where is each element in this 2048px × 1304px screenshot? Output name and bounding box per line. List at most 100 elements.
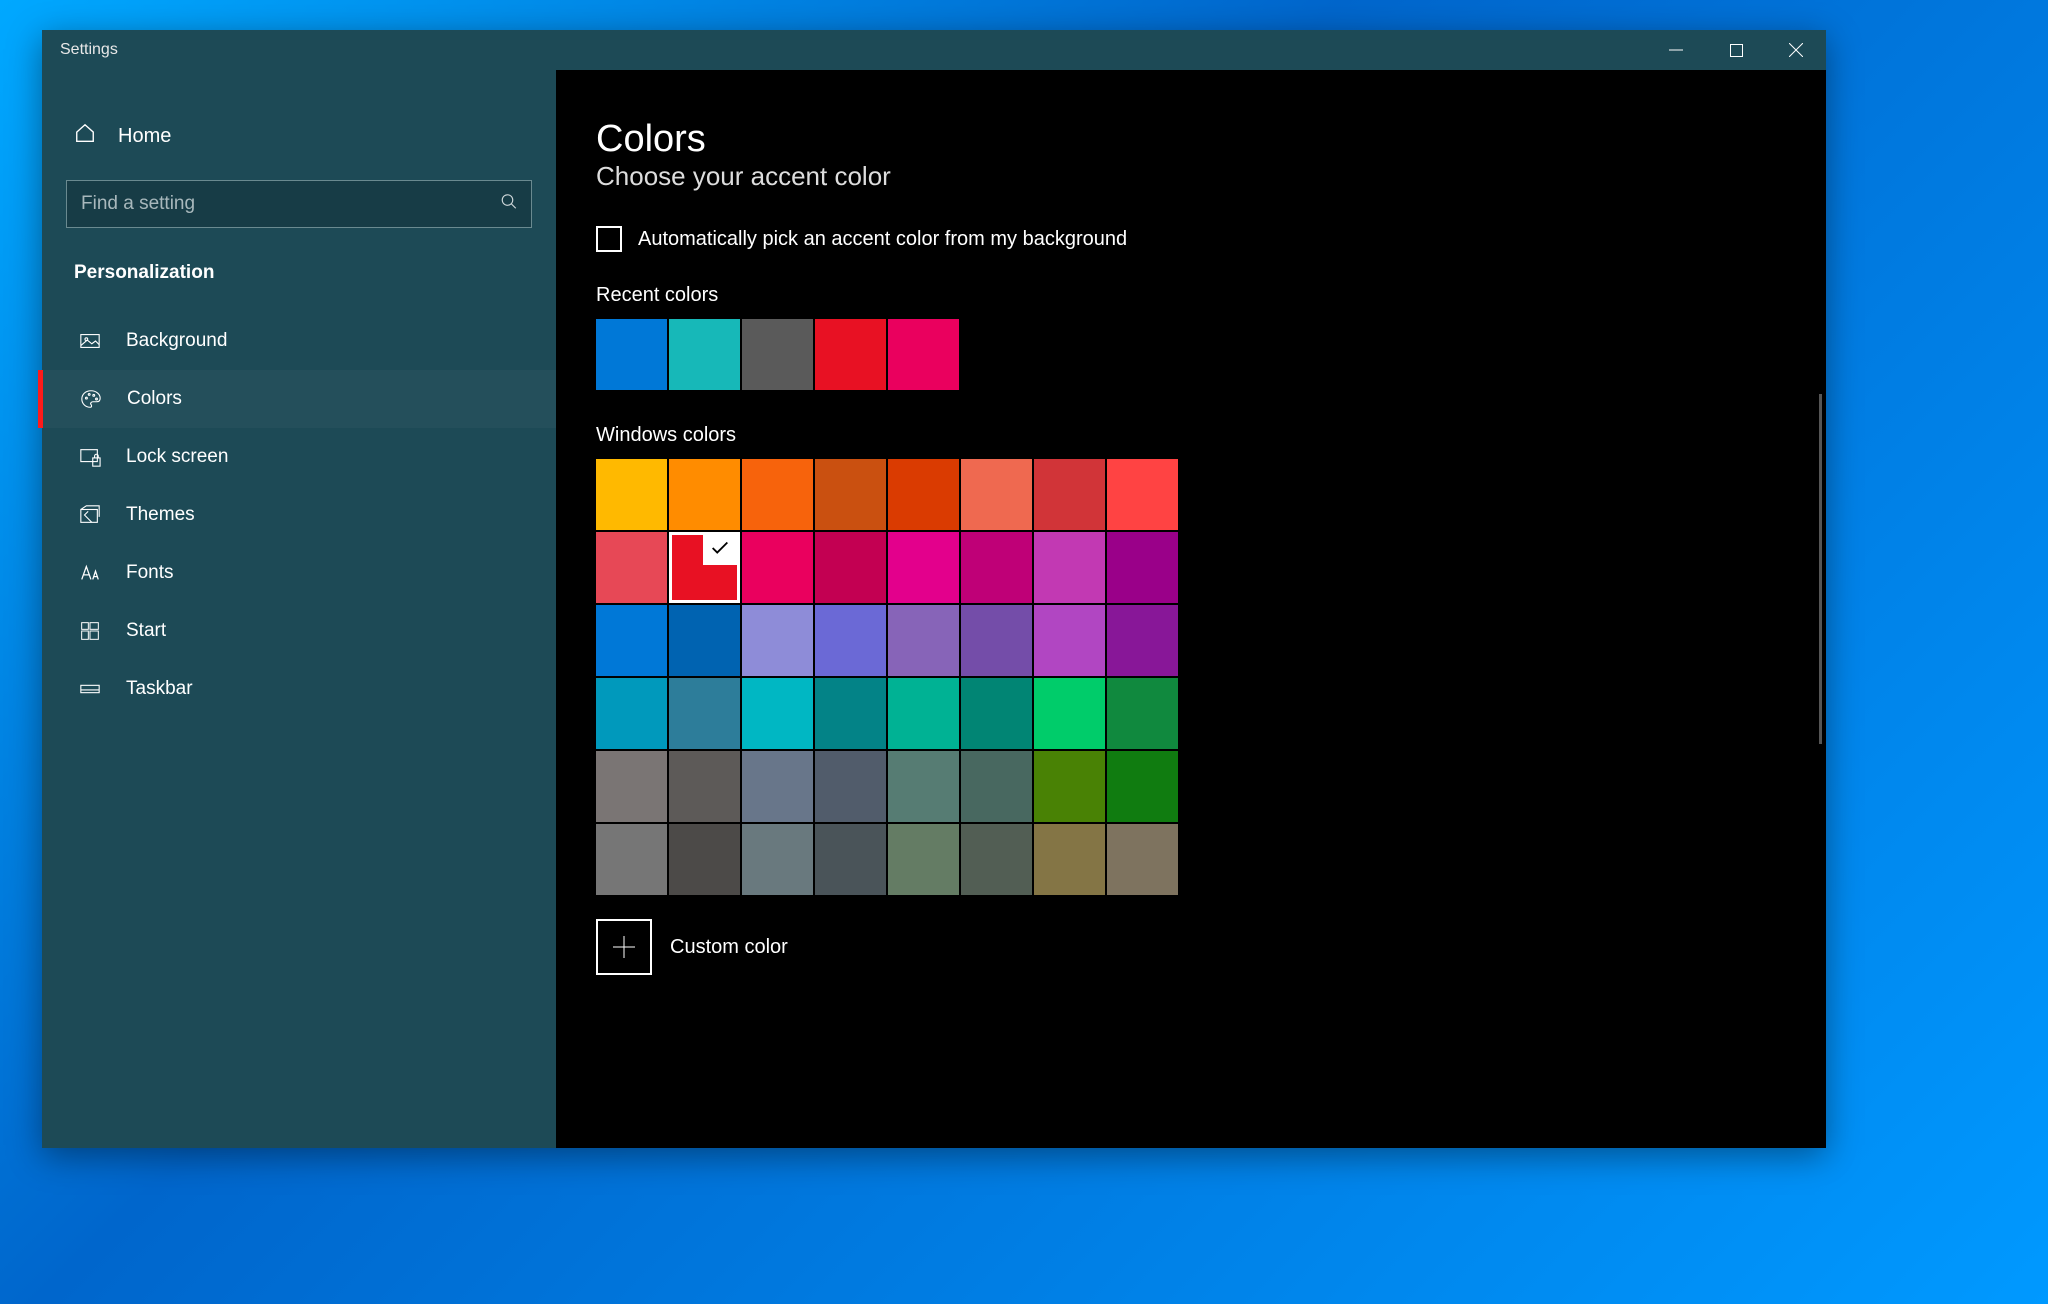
category-label: Personalization xyxy=(42,250,556,312)
windows-color-swatch[interactable] xyxy=(888,459,959,530)
sidebar-item-start[interactable]: Start xyxy=(38,602,556,660)
auto-pick-checkbox-row[interactable]: Automatically pick an accent color from … xyxy=(596,226,1826,252)
maximize-button[interactable] xyxy=(1706,30,1766,70)
windows-color-swatch[interactable] xyxy=(742,824,813,895)
windows-color-swatch[interactable] xyxy=(888,605,959,676)
settings-window: Settings Home xyxy=(42,30,1826,1148)
windows-color-swatch[interactable] xyxy=(596,751,667,822)
windows-color-swatch[interactable] xyxy=(1107,532,1178,603)
windows-color-swatch[interactable] xyxy=(961,751,1032,822)
search-input[interactable] xyxy=(66,180,532,228)
windows-color-swatch[interactable] xyxy=(742,678,813,749)
windows-color-swatch[interactable] xyxy=(1034,459,1105,530)
sidebar-item-label: Start xyxy=(126,620,166,642)
windows-color-swatch[interactable] xyxy=(1034,678,1105,749)
windows-color-swatch[interactable] xyxy=(669,678,740,749)
themes-icon xyxy=(78,504,102,526)
sidebar-item-label: Taskbar xyxy=(126,678,193,700)
picture-icon xyxy=(78,330,102,352)
custom-color-button[interactable] xyxy=(596,919,652,975)
windows-color-swatch[interactable] xyxy=(815,751,886,822)
windows-color-swatch[interactable] xyxy=(1107,678,1178,749)
recent-color-swatch[interactable] xyxy=(669,319,740,390)
maximize-icon xyxy=(1730,44,1743,57)
windows-color-swatch[interactable] xyxy=(742,751,813,822)
sidebar-item-lock-screen[interactable]: Lock screen xyxy=(38,428,556,486)
windows-color-swatch[interactable] xyxy=(815,532,886,603)
windows-color-swatch[interactable] xyxy=(596,532,667,603)
lock-screen-icon xyxy=(78,446,102,468)
close-button[interactable] xyxy=(1766,30,1826,70)
sidebar-item-taskbar[interactable]: Taskbar xyxy=(38,660,556,718)
windows-color-swatch[interactable] xyxy=(1034,532,1105,603)
main-content: Colors Choose your accent color Automati… xyxy=(556,70,1826,1148)
sidebar-item-label: Themes xyxy=(126,504,195,526)
windows-color-swatch[interactable] xyxy=(1034,824,1105,895)
windows-color-swatch[interactable] xyxy=(1034,605,1105,676)
windows-color-swatch[interactable] xyxy=(742,532,813,603)
windows-colors-label: Windows colors xyxy=(596,424,1826,447)
windows-color-swatch[interactable] xyxy=(1107,605,1178,676)
sidebar-item-label: Lock screen xyxy=(126,446,228,468)
titlebar: Settings xyxy=(42,30,1826,70)
windows-color-swatch[interactable] xyxy=(961,824,1032,895)
page-title: Colors xyxy=(596,118,1826,161)
windows-color-swatch[interactable] xyxy=(669,605,740,676)
sidebar-item-background[interactable]: Background xyxy=(38,312,556,370)
windows-color-swatch[interactable] xyxy=(1107,751,1178,822)
windows-color-swatch[interactable] xyxy=(669,751,740,822)
windows-color-swatch[interactable] xyxy=(742,605,813,676)
page-subtitle: Choose your accent color xyxy=(596,161,1826,192)
windows-color-swatch[interactable] xyxy=(961,459,1032,530)
taskbar-icon xyxy=(78,678,102,700)
windows-color-swatch[interactable] xyxy=(888,532,959,603)
windows-color-swatch[interactable] xyxy=(815,605,886,676)
home-icon xyxy=(74,122,96,150)
sidebar-item-themes[interactable]: Themes xyxy=(38,486,556,544)
minimize-button[interactable] xyxy=(1646,30,1706,70)
windows-color-swatch[interactable] xyxy=(669,532,740,603)
windows-color-swatch[interactable] xyxy=(1034,751,1105,822)
custom-color-label: Custom color xyxy=(670,936,788,959)
windows-color-swatch[interactable] xyxy=(669,459,740,530)
sidebar: Home Personalization Background xyxy=(42,70,556,1148)
sidebar-item-fonts[interactable]: Fonts xyxy=(38,544,556,602)
sidebar-item-colors[interactable]: Colors xyxy=(38,370,556,428)
recent-color-swatch[interactable] xyxy=(815,319,886,390)
minimize-icon xyxy=(1669,43,1683,57)
windows-color-swatch[interactable] xyxy=(815,824,886,895)
windows-color-swatch[interactable] xyxy=(815,678,886,749)
check-icon xyxy=(709,537,731,559)
plus-icon xyxy=(613,936,635,958)
start-icon xyxy=(78,621,102,641)
scrollbar[interactable] xyxy=(1819,394,1822,744)
recent-color-swatch[interactable] xyxy=(888,319,959,390)
sidebar-item-label: Colors xyxy=(127,388,182,410)
windows-colors-grid xyxy=(596,459,1194,895)
windows-color-swatch[interactable] xyxy=(596,824,667,895)
windows-color-swatch[interactable] xyxy=(1107,459,1178,530)
windows-color-swatch[interactable] xyxy=(669,824,740,895)
recent-colors-label: Recent colors xyxy=(596,284,1826,307)
recent-color-swatch[interactable] xyxy=(742,319,813,390)
home-button[interactable]: Home xyxy=(42,112,556,160)
windows-color-swatch[interactable] xyxy=(961,605,1032,676)
windows-color-swatch[interactable] xyxy=(888,824,959,895)
windows-color-swatch[interactable] xyxy=(742,459,813,530)
windows-color-swatch[interactable] xyxy=(596,678,667,749)
recent-color-swatch[interactable] xyxy=(596,319,667,390)
windows-color-swatch[interactable] xyxy=(1107,824,1178,895)
windows-color-swatch[interactable] xyxy=(596,605,667,676)
palette-icon xyxy=(79,388,103,410)
search-icon xyxy=(500,193,518,216)
close-icon xyxy=(1789,43,1803,57)
windows-color-swatch[interactable] xyxy=(961,678,1032,749)
windows-color-swatch[interactable] xyxy=(888,678,959,749)
fonts-icon xyxy=(78,562,102,584)
windows-color-swatch[interactable] xyxy=(815,459,886,530)
auto-pick-label: Automatically pick an accent color from … xyxy=(638,228,1127,251)
recent-colors-row xyxy=(596,319,1186,390)
windows-color-swatch[interactable] xyxy=(961,532,1032,603)
windows-color-swatch[interactable] xyxy=(888,751,959,822)
windows-color-swatch[interactable] xyxy=(596,459,667,530)
